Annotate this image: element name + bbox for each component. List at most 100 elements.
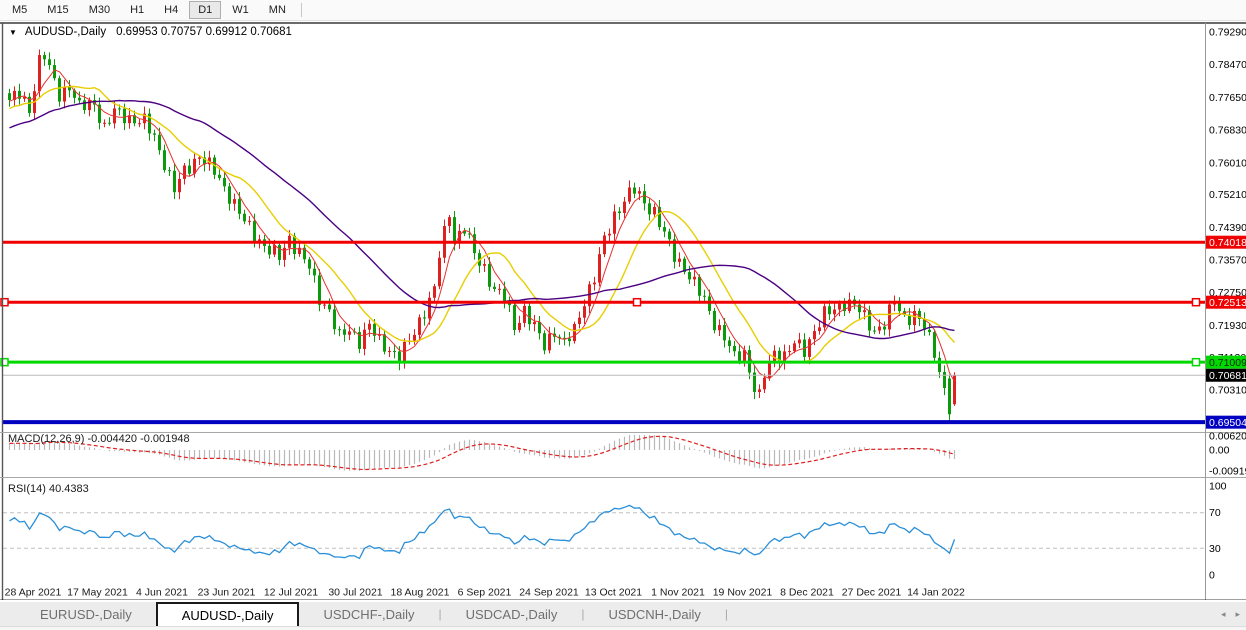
candle-body: [108, 123, 111, 124]
macd-axis-label: 0.00: [1209, 445, 1230, 457]
date-tick-label: 27 Dec 2021: [842, 587, 902, 599]
candlestick-series: [8, 50, 956, 423]
candle-body: [313, 269, 316, 276]
support-line-green-handle[interactable]: [1193, 359, 1200, 366]
candle-body: [198, 157, 201, 158]
candle-body: [548, 334, 551, 351]
macd-axis-label: 0.006201: [1209, 430, 1246, 442]
candle-body: [418, 317, 421, 335]
date-tick-label: 24 Sep 2021: [519, 587, 579, 599]
current-price-line-badge-label: 0.70681: [1209, 370, 1246, 382]
candle-body: [83, 100, 86, 110]
candle-body: [578, 318, 581, 324]
date-tick-label: 4 Jun 2021: [136, 587, 188, 599]
timeframe-button-h4[interactable]: H4: [155, 1, 187, 19]
candle-body: [663, 227, 666, 231]
candle-body: [598, 254, 601, 282]
candle-body: [138, 123, 141, 124]
rsi-line: [10, 505, 955, 558]
trading-terminal-window: { "toolbar": { "timeframes": ["M5","M15"…: [0, 0, 1246, 630]
tab-usdchf[interactable]: USDCHF-,Daily: [299, 602, 438, 626]
candle-body: [648, 203, 651, 214]
candle-body: [413, 335, 416, 341]
candle-body: [878, 327, 881, 331]
price-tick-label: 0.77650: [1209, 92, 1246, 104]
candle-body: [693, 277, 696, 280]
timeframe-button-w1[interactable]: W1: [223, 1, 258, 19]
candle-body: [103, 123, 106, 124]
candle-body: [678, 259, 681, 262]
candle-body: [118, 108, 121, 109]
candle-body: [153, 133, 156, 134]
timeframe-button-m15[interactable]: M15: [38, 1, 77, 19]
candle-body: [718, 325, 721, 330]
candle-body: [308, 259, 311, 268]
timeframe-button-h1[interactable]: H1: [121, 1, 153, 19]
timeframe-button-m30[interactable]: M30: [80, 1, 119, 19]
date-tick-label: 28 Apr 2021: [5, 587, 62, 599]
candle-body: [453, 217, 456, 243]
candle-body: [248, 221, 251, 222]
resistance-line-lower-handle[interactable]: [634, 299, 641, 306]
candle-body: [228, 186, 231, 203]
tab-usdcnh[interactable]: USDCNH-,Daily: [584, 602, 724, 626]
candle-body: [323, 305, 326, 306]
candle-body: [483, 264, 486, 266]
candle-body: [898, 303, 901, 312]
candle-body: [603, 235, 606, 254]
date-tick-label: 18 Aug 2021: [391, 587, 450, 599]
candle-body: [8, 93, 11, 100]
rsi-axis-label: 100: [1209, 481, 1227, 493]
candle-body: [568, 339, 571, 342]
candle-body: [738, 351, 741, 362]
price-tick-label: 0.74390: [1209, 222, 1246, 234]
tab-scroll-controls: ◂ ▸: [1221, 602, 1240, 626]
candle-body: [63, 87, 66, 102]
tab-audusd[interactable]: AUDUSD-,Daily: [156, 602, 300, 626]
price-tick-label: 0.79290: [1209, 27, 1246, 39]
candle-body: [293, 236, 296, 254]
price-tick-label: 0.71930: [1209, 320, 1246, 332]
timeframe-button-mn[interactable]: MN: [260, 1, 295, 19]
candle-body: [498, 289, 501, 290]
candle-body: [863, 310, 866, 312]
candle-body: [528, 306, 531, 324]
candle-body: [818, 327, 821, 331]
candle-body: [888, 304, 891, 329]
candle-body: [178, 179, 181, 192]
rsi-axis-label: 0: [1209, 570, 1215, 582]
candle-body: [268, 246, 271, 255]
candle-body: [238, 199, 241, 214]
candle-body: [253, 221, 256, 241]
support-line-green-badge-label: 0.71009: [1209, 357, 1246, 369]
date-tick-label: 14 Jan 2022: [907, 587, 965, 599]
candle-body: [438, 258, 441, 287]
tab-scroll-right-icon[interactable]: ▸: [1235, 609, 1240, 620]
resistance-line-lower-handle[interactable]: [1193, 299, 1200, 306]
toolbar-divider: [301, 3, 302, 17]
candle-body: [708, 296, 711, 311]
candle-body: [623, 202, 626, 213]
candle-body: [728, 340, 731, 346]
timeframe-button-m5[interactable]: M5: [3, 1, 36, 19]
candle-body: [348, 331, 351, 334]
candle-body: [158, 135, 161, 150]
candle-body: [583, 306, 586, 317]
price-tick-label: 0.70310: [1209, 385, 1246, 397]
candle-body: [833, 310, 836, 315]
tab-scroll-left-icon[interactable]: ◂: [1221, 609, 1226, 620]
price-chart-canvas[interactable]: 0.792900.784700.776500.768300.760100.752…: [0, 22, 1246, 600]
candle-body: [928, 330, 931, 332]
candle-body: [193, 159, 196, 174]
price-tick-label: 0.73570: [1209, 255, 1246, 267]
rsi-axis-label: 70: [1209, 507, 1221, 519]
candle-body: [543, 333, 546, 350]
tab-usdcad[interactable]: USDCAD-,Daily: [442, 602, 582, 626]
macd-indicator-label: MACD(12,26,9) -0.004420 -0.001948: [8, 433, 190, 445]
symbol-dropdown-icon[interactable]: ▼: [9, 28, 17, 37]
tab-eurusd[interactable]: EURUSD-,Daily: [16, 602, 156, 626]
candle-body: [538, 322, 541, 333]
timeframe-button-d1[interactable]: D1: [189, 1, 221, 19]
candle-body: [668, 232, 671, 240]
date-tick-label: 1 Nov 2021: [651, 587, 705, 599]
